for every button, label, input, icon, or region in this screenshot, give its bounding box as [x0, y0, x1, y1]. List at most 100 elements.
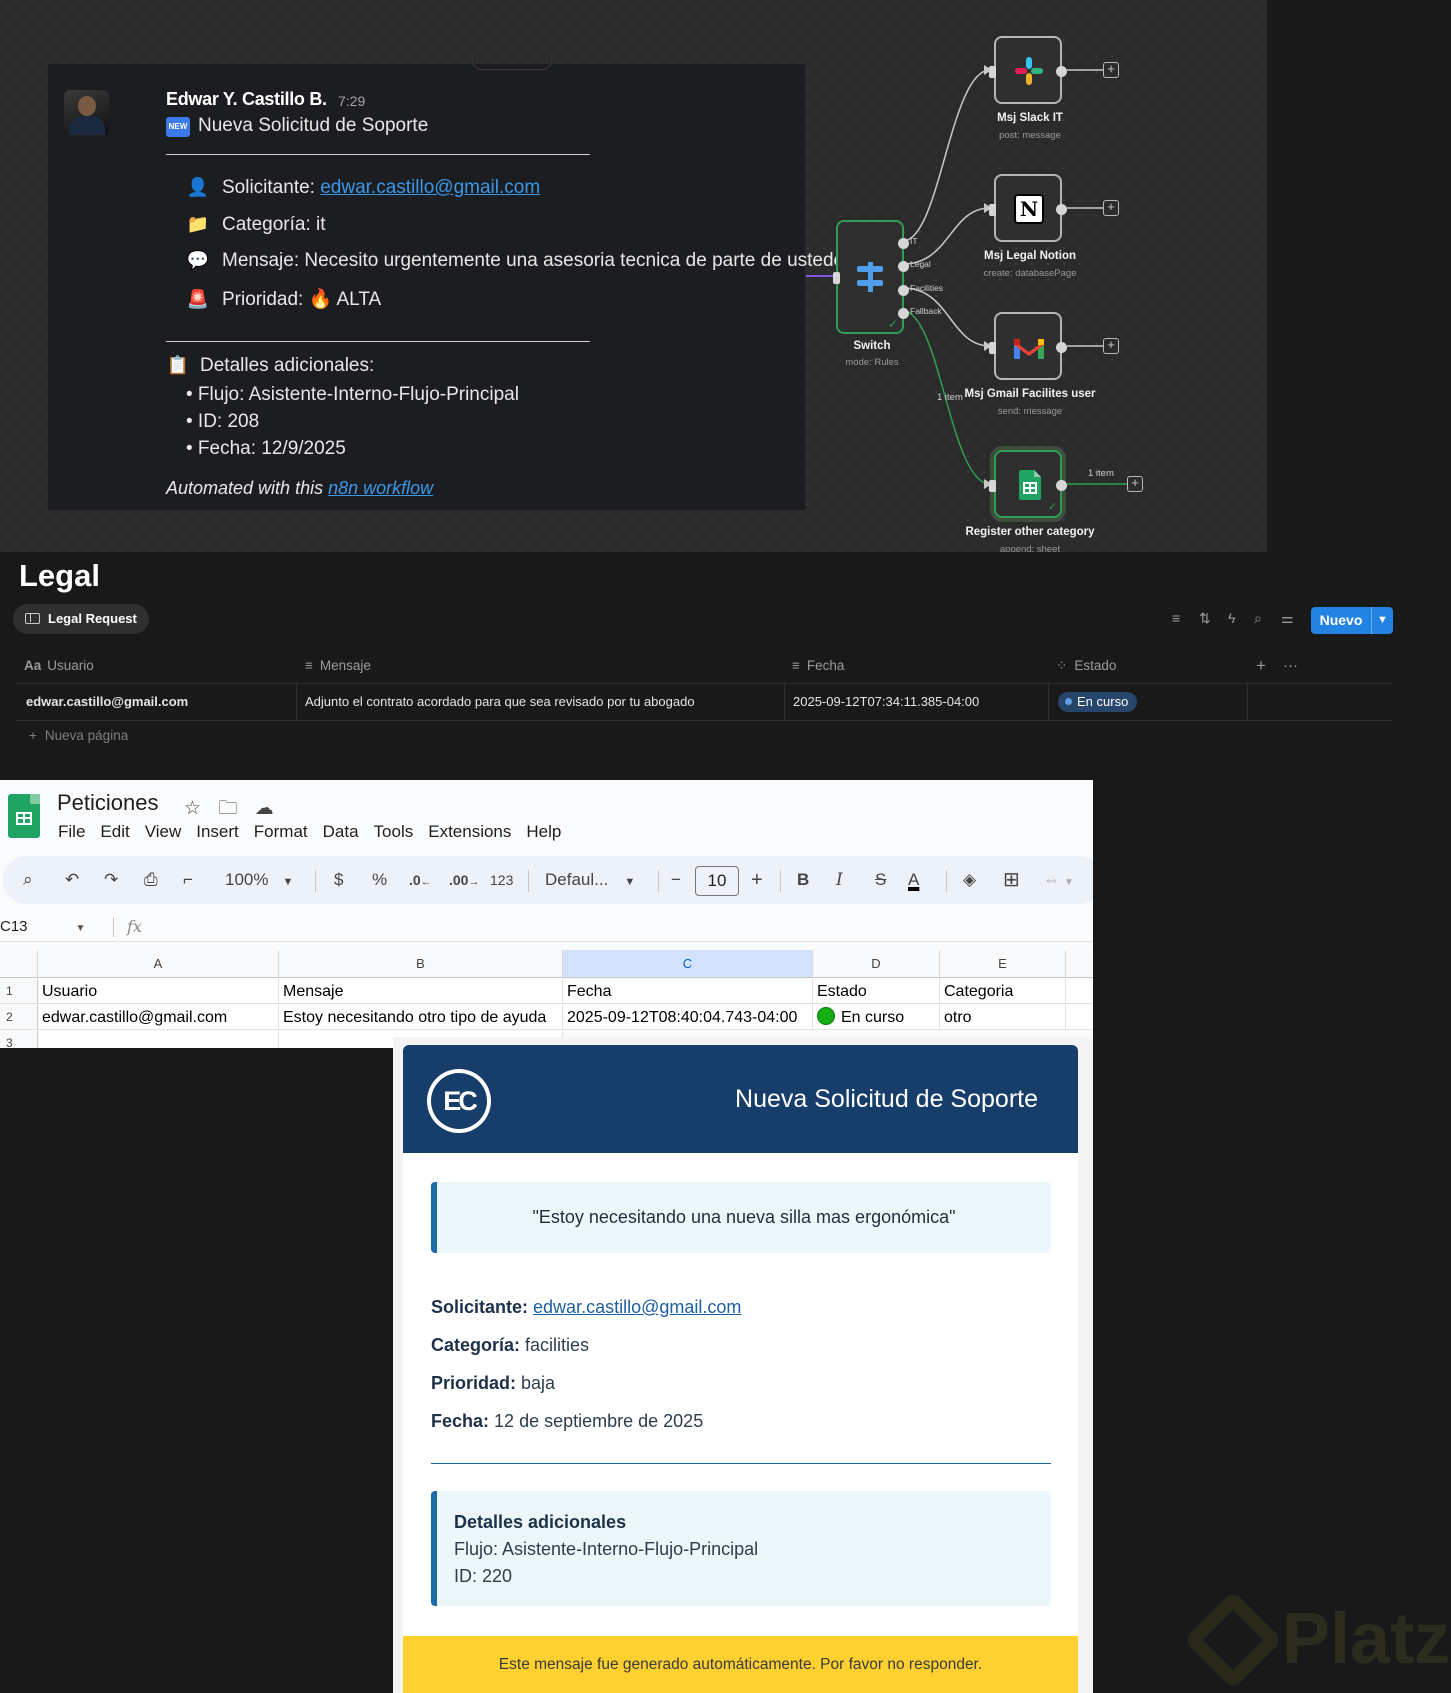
table-row[interactable]: edwar.castillo@gmail.com Adjunto el cont…	[15, 684, 1392, 721]
decrease-decimal-button[interactable]: .0←	[409, 856, 432, 904]
currency-format-button[interactable]: $	[334, 856, 343, 904]
column-header-mensaje[interactable]: ≡ Mensaje	[305, 648, 371, 684]
cell-d2[interactable]: En curso	[813, 1005, 940, 1030]
move-folder-icon[interactable]: 🗀	[218, 798, 237, 819]
borders-icon[interactable]: ⊞	[1003, 856, 1020, 904]
strikethrough-button[interactable]: S	[875, 856, 886, 904]
select-all-corner[interactable]	[0, 950, 38, 978]
star-icon[interactable]: ☆	[184, 798, 201, 819]
text-lines-icon: ≡	[305, 658, 313, 673]
zoom-select[interactable]: 100% ▼	[225, 856, 293, 904]
increase-decimal-button[interactable]: .00→	[449, 856, 479, 904]
menu-view[interactable]: View	[145, 822, 182, 841]
automation-icon[interactable]: ϟ	[1228, 610, 1235, 626]
column-header-fecha[interactable]: ≡ Fecha	[792, 648, 844, 684]
cell-e1[interactable]: Categoria	[940, 979, 1066, 1004]
print-icon[interactable]: ⎙	[144, 856, 158, 904]
number-format-button[interactable]: 123	[490, 856, 513, 904]
sheets-node[interactable]: ✓ Register other category append: sheet	[965, 450, 1095, 552]
chevron-down-icon[interactable]: ▼	[1372, 607, 1393, 634]
percent-format-button[interactable]: %	[372, 856, 387, 904]
switch-subtitle: mode: Rules	[845, 357, 899, 368]
text-color-button[interactable]: A	[908, 856, 919, 904]
italic-button[interactable]: I	[836, 856, 843, 904]
decrease-font-size-button[interactable]: −	[671, 856, 681, 904]
menu-help[interactable]: Help	[526, 822, 561, 841]
fill-color-icon[interactable]: ◈	[963, 856, 976, 904]
n8n-canvas[interactable]: Edwar Y. Castillo B. 7:29 NEW Nueva Solic…	[0, 0, 1267, 552]
add-node-plus-icon[interactable]: +	[1127, 476, 1143, 492]
menu-data[interactable]: Data	[323, 822, 359, 841]
row-header[interactable]: 1	[0, 979, 38, 1004]
name-box[interactable]: C13 ▼	[0, 918, 85, 935]
row-header[interactable]: 2	[0, 1005, 38, 1030]
more-options-icon[interactable]: ···	[1283, 648, 1298, 684]
page-title[interactable]: Legal	[19, 558, 100, 594]
menu-file[interactable]: File	[58, 822, 85, 841]
cloud-status-icon[interactable]: ☁	[255, 798, 274, 819]
gmail-node[interactable]: Msj Gmail Facilites user send: message	[964, 312, 1096, 417]
settings-sliders-icon[interactable]: ⚌	[1281, 610, 1294, 627]
cell-a3[interactable]	[38, 1031, 279, 1048]
font-size-input[interactable]: 10	[695, 866, 739, 896]
cell-usuario[interactable]: edwar.castillo@gmail.com	[26, 684, 188, 720]
menu-extensions[interactable]: Extensions	[428, 822, 511, 841]
redo-icon[interactable]: ↷	[104, 856, 118, 904]
google-sheets-icon	[1019, 470, 1041, 500]
node-title: Msj Slack IT	[997, 112, 1063, 124]
slack-node[interactable]: Msj Slack IT post: message	[989, 36, 1067, 141]
column-header-e[interactable]: E	[940, 950, 1066, 978]
paint-format-icon[interactable]: ⌐	[183, 856, 193, 904]
cell-mensaje[interactable]: Adjunto el contrato acordado para que se…	[305, 684, 695, 720]
cell-e2[interactable]: otro	[940, 1005, 1066, 1030]
column-header-d[interactable]: D	[813, 950, 940, 978]
node-title: Msj Legal Notion	[984, 250, 1076, 262]
menu-edit[interactable]: Edit	[100, 822, 129, 841]
document-title[interactable]: Peticiones	[57, 790, 159, 816]
column-header-b[interactable]: B	[279, 950, 563, 978]
menu-format[interactable]: Format	[254, 822, 308, 841]
add-node-plus-icon[interactable]: +	[1103, 338, 1119, 354]
sort-icon[interactable]: ⇅	[1199, 610, 1211, 627]
menu-tools[interactable]: Tools	[374, 822, 414, 841]
notion-node[interactable]: N Msj Legal Notion create: databasePage	[984, 174, 1076, 279]
solicitante-email-link[interactable]: edwar.castillo@gmail.com	[533, 1297, 741, 1317]
bold-button[interactable]: B	[797, 856, 809, 904]
cell-c1[interactable]: Fecha	[563, 979, 813, 1004]
cell-estado[interactable]: En curso	[1058, 684, 1138, 720]
search-icon[interactable]: ⌕	[1254, 610, 1262, 627]
add-node-plus-icon[interactable]: +	[1103, 200, 1119, 216]
cell-b1[interactable]: Mensaje	[279, 979, 563, 1004]
notion-logo-icon: N	[1014, 194, 1044, 224]
new-button[interactable]: Nuevo ▼	[1311, 607, 1393, 634]
font-select[interactable]: Defaul... ▼	[545, 856, 635, 904]
row-header[interactable]: 3	[0, 1031, 38, 1048]
node-subtitle: send: message	[997, 406, 1063, 417]
search-icon[interactable]: ⌕	[23, 856, 33, 904]
column-header-estado[interactable]: ⁘ Estado	[1056, 648, 1116, 684]
column-header-usuario[interactable]: Aa Usuario	[24, 648, 94, 684]
cell-fecha[interactable]: 2025-09-12T07:34:11.385-04:00	[793, 684, 979, 720]
add-column-plus-icon[interactable]: +	[1256, 648, 1266, 684]
switch-title: Switch	[853, 340, 891, 352]
switch-node[interactable]: ✓ Switch mode: Rules	[833, 220, 909, 368]
cell-c2[interactable]: 2025-09-12T08:40:04.743-04:00	[563, 1005, 813, 1030]
cell-f2[interactable]	[1066, 1005, 1093, 1030]
cell-a2[interactable]: edwar.castillo@gmail.com	[38, 1005, 279, 1030]
new-page-button[interactable]: + Nueva página	[29, 728, 128, 743]
menu-insert[interactable]: Insert	[196, 822, 239, 841]
column-header-c[interactable]: C	[563, 950, 813, 978]
filter-icon[interactable]: ≡	[1172, 610, 1180, 626]
add-node-plus-icon[interactable]: +	[1103, 62, 1119, 78]
undo-icon[interactable]: ↶	[65, 856, 79, 904]
column-header-f[interactable]	[1066, 950, 1093, 978]
increase-font-size-button[interactable]: +	[751, 856, 763, 904]
cell-b2[interactable]: Estoy necesitando otro tipo de ayuda	[279, 1005, 563, 1030]
sheets-logo-icon[interactable]	[8, 794, 40, 838]
cell-a1[interactable]: Usuario	[38, 979, 279, 1004]
merge-cells-icon[interactable]: ⇔ ▼	[1043, 856, 1074, 904]
view-tab-legal-request[interactable]: Legal Request	[13, 604, 149, 634]
cell-d1[interactable]: Estado	[813, 979, 940, 1004]
column-header-a[interactable]: A	[38, 950, 279, 978]
cell-f1[interactable]	[1066, 979, 1093, 1004]
